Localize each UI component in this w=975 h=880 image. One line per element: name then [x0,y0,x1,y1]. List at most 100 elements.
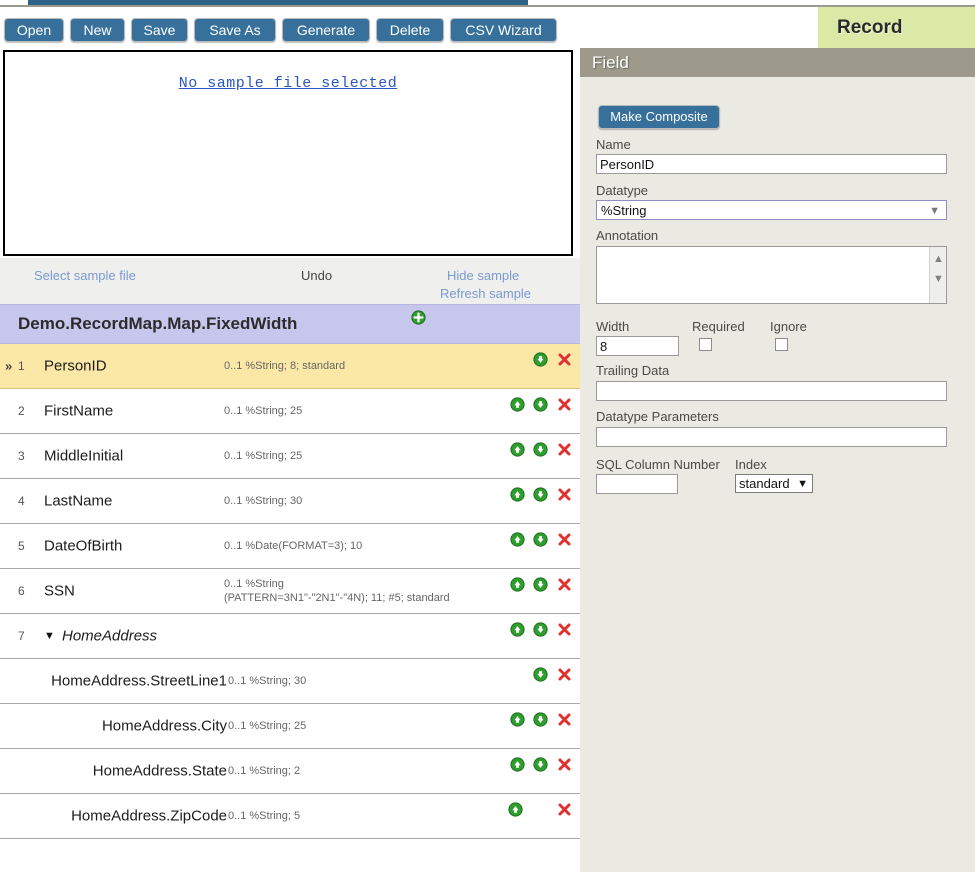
row-actions [508,351,572,368]
move-up-icon[interactable] [510,757,525,772]
move-down-icon[interactable] [533,442,548,457]
row-actions [510,531,572,547]
delete-field-icon[interactable] [557,397,572,412]
delete-field-icon[interactable] [557,667,572,682]
move-up-icon[interactable] [510,397,525,412]
index-select[interactable]: standard ▼ [735,474,813,493]
table-row[interactable]: 3MiddleInitial0..1 %String; 25 [0,434,580,479]
hide-sample-link[interactable]: Hide sample [447,268,519,283]
table-row[interactable]: 6SSN0..1 %String(PATTERN=3N1"-"2N1"-"4N)… [0,569,580,614]
field-properties-pane: Field Make Composite Name Datatype %Stri… [580,48,975,872]
move-up-icon-placeholder [508,352,525,368]
table-row[interactable]: 7▼HomeAddress [0,614,580,659]
table-row[interactable]: 2FirstName0..1 %String; 25 [0,389,580,434]
toolbar-button-save[interactable]: Save [131,18,188,42]
row-actions [510,396,572,412]
main-toolbar: OpenNewSaveSave AsGenerateDeleteCSV Wiza… [0,7,820,45]
required-checkbox[interactable] [699,338,712,351]
delete-field-icon[interactable] [557,352,572,367]
move-down-icon[interactable] [533,532,548,547]
collapse-triangle-icon[interactable]: ▼ [44,630,55,642]
move-up-icon[interactable] [510,442,525,457]
name-field[interactable] [596,154,947,174]
datatype-label: Datatype [596,183,648,198]
move-up-icon[interactable] [510,532,525,547]
ignore-checkbox[interactable] [775,338,788,351]
move-up-icon[interactable] [510,487,525,502]
select-sample-file-link[interactable]: Select sample file [34,268,136,283]
toolbar-button-new[interactable]: New [70,18,125,42]
delete-field-icon[interactable] [557,757,572,772]
scroll-up-icon[interactable]: ▲ [933,253,944,265]
move-down-icon[interactable] [533,487,548,502]
trailing-data-label: Trailing Data [596,363,669,378]
row-number: 2 [18,404,25,418]
add-field-icon[interactable] [411,310,426,325]
delete-field-icon[interactable] [557,532,572,547]
trailing-data-field[interactable] [596,381,947,401]
field-name: HomeAddress.ZipCode [71,808,227,825]
chevron-down-icon: ▼ [797,476,808,493]
no-sample-file-link[interactable]: No sample file selected [5,75,571,92]
field-type: 0..1 %String; 30 [228,674,306,688]
move-up-icon[interactable] [510,712,525,727]
move-down-icon[interactable] [533,757,548,772]
field-type: 0..1 %Date(FORMAT=3); 10 [224,539,362,553]
delete-field-icon[interactable] [557,622,572,637]
row-actions [510,621,572,637]
field-type: 0..1 %String; 30 [224,494,302,508]
delete-field-icon[interactable] [557,442,572,457]
table-row[interactable]: 4LastName0..1 %String; 30 [0,479,580,524]
delete-field-icon[interactable] [557,712,572,727]
toolbar-button-delete[interactable]: Delete [376,18,444,42]
move-down-icon[interactable] [533,667,548,682]
index-label: Index [735,457,767,472]
scroll-down-icon[interactable]: ▼ [933,273,944,285]
row-number: 1 [18,359,25,373]
datatype-combobox[interactable]: %String ▼ [596,200,947,220]
table-row[interactable]: HomeAddress.StreetLine10..1 %String; 30 [0,659,580,704]
width-label: Width [596,319,629,334]
delete-field-icon[interactable] [557,487,572,502]
table-row[interactable]: 5DateOfBirth0..1 %Date(FORMAT=3); 10 [0,524,580,569]
undo-link[interactable]: Undo [301,268,332,283]
toolbar-button-open[interactable]: Open [4,18,64,42]
annotation-scrollbar[interactable]: ▲ ▼ [929,247,946,303]
move-down-icon[interactable] [533,577,548,592]
field-name: HomeAddress.StreetLine1 [51,673,227,690]
move-down-icon[interactable] [533,622,548,637]
field-panel-header: Field [580,48,975,77]
toolbar-button-csv-wizard[interactable]: CSV Wizard [450,18,557,42]
move-up-icon[interactable] [510,622,525,637]
datatype-parameters-field[interactable] [596,427,947,447]
width-field[interactable] [596,336,679,356]
table-row[interactable]: HomeAddress.ZipCode0..1 %String; 5 [0,794,580,839]
table-row[interactable]: »1PersonID0..1 %String; 8; standard [0,344,580,389]
move-down-icon-placeholder [531,802,548,818]
field-name: PersonID [44,358,107,375]
table-row[interactable]: HomeAddress.City0..1 %String; 25 [0,704,580,749]
field-type: 0..1 %String; 25 [224,404,302,418]
row-actions [510,576,572,592]
ignore-label: Ignore [770,319,807,334]
make-composite-button[interactable]: Make Composite [598,105,720,129]
refresh-sample-link[interactable]: Refresh sample [440,286,531,301]
move-up-icon-placeholder [508,667,525,683]
move-up-icon[interactable] [508,802,523,817]
index-value: standard [739,476,790,491]
move-down-icon[interactable] [533,397,548,412]
move-up-icon[interactable] [510,577,525,592]
annotation-textarea[interactable]: ▲ ▼ [596,246,947,304]
sql-column-number-field[interactable] [596,474,678,494]
delete-field-icon[interactable] [557,577,572,592]
delete-field-icon[interactable] [557,802,572,817]
field-name: HomeAddress.State [93,763,227,780]
row-actions [508,801,572,818]
move-down-icon[interactable] [533,352,548,367]
toolbar-button-save-as[interactable]: Save As [194,18,276,42]
move-down-icon[interactable] [533,712,548,727]
table-row[interactable]: HomeAddress.State0..1 %String; 2 [0,749,580,794]
toolbar-button-generate[interactable]: Generate [282,18,370,42]
row-number: 4 [18,494,25,508]
field-type: 0..1 %String; 25 [228,719,306,733]
